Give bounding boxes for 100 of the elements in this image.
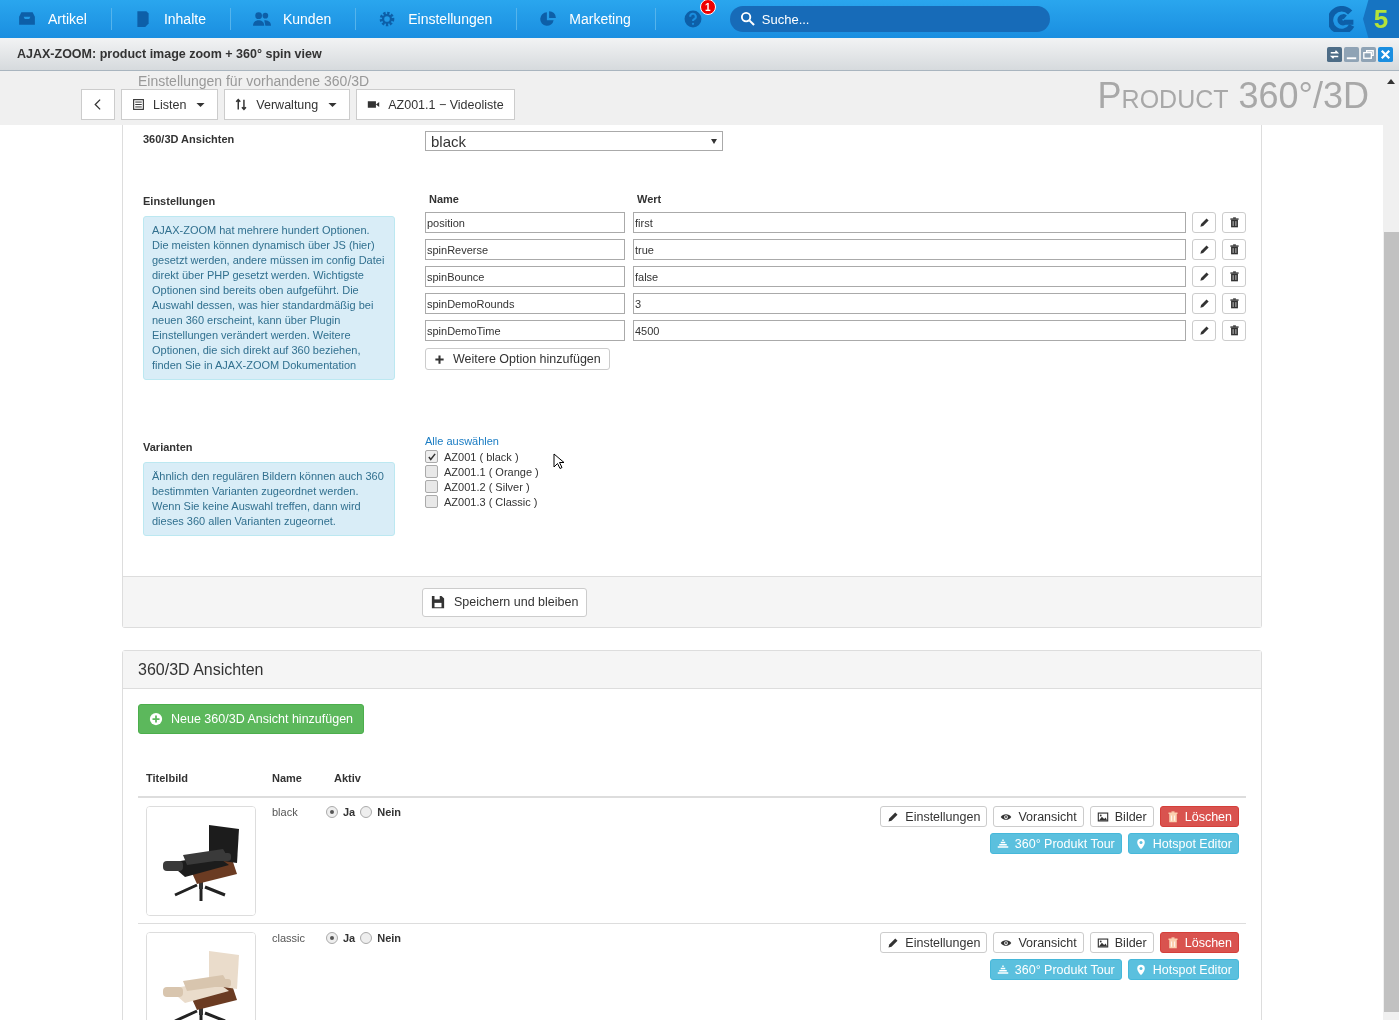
- map-pin-icon: [1134, 837, 1147, 850]
- checkbox-label: AZ001.3 ( Classic ): [444, 495, 538, 508]
- column-header: Wert: [636, 193, 663, 205]
- field-label: Einstellungen: [143, 195, 217, 207]
- view-select[interactable]: black: [425, 131, 723, 151]
- action-button[interactable]: Löschen: [1159, 806, 1239, 827]
- option-value-field[interactable]: 4500: [633, 320, 1186, 341]
- trash-icon: [1228, 325, 1240, 336]
- view-name: black: [271, 806, 299, 820]
- action-button[interactable]: Bilder: [1089, 932, 1154, 953]
- checkbox[interactable]: [425, 480, 438, 493]
- action-button[interactable]: Einstellungen: [880, 806, 988, 827]
- trash-icon: [1166, 936, 1179, 949]
- panel-title: 360/3D Ansichten: [138, 660, 264, 679]
- trash-icon: [1228, 244, 1240, 255]
- pencil-icon: [887, 810, 900, 823]
- sort-icon: [235, 98, 249, 111]
- window-title: AJAX-ZOOM: product image zoom + 360° spin view: [17, 47, 322, 61]
- action-button[interactable]: Einstellungen: [880, 932, 988, 953]
- action-button[interactable]: Voransicht: [993, 806, 1084, 827]
- add-option-button[interactable]: Weitere Option hinzufügen: [425, 348, 610, 370]
- delete-button[interactable]: [1222, 239, 1246, 260]
- notification-badge: 1: [699, 0, 716, 15]
- checkbox[interactable]: [425, 465, 438, 478]
- search-field[interactable]: Suche...: [729, 6, 1050, 32]
- map-pin-icon: [1134, 963, 1147, 976]
- close-icon[interactable]: [1378, 46, 1393, 62]
- radio-button[interactable]: [360, 932, 373, 944]
- video-camera-icon: [367, 98, 381, 111]
- column-header: Name: [271, 772, 303, 784]
- scroll-up-arrow[interactable]: [1387, 79, 1395, 84]
- tray-icon: [18, 10, 36, 28]
- edit-button[interactable]: [1192, 293, 1216, 314]
- option-value-field[interactable]: true: [633, 239, 1186, 260]
- edit-button[interactable]: [1192, 212, 1216, 233]
- column-header: Aktiv: [333, 772, 362, 784]
- trash-icon: [1166, 810, 1179, 823]
- pencil-icon: [1198, 244, 1210, 255]
- list-icon: [132, 98, 145, 111]
- action-button[interactable]: Löschen: [1159, 932, 1239, 953]
- image-icon: [1096, 810, 1109, 823]
- option-value-field[interactable]: first: [633, 212, 1186, 233]
- select-all-link[interactable]: Alle auswählen: [425, 435, 1241, 447]
- settings-icon: [378, 10, 397, 28]
- delete-button[interactable]: [1222, 320, 1246, 341]
- option-name-field[interactable]: position: [425, 212, 625, 233]
- page-title: Product 360°/3D: [1097, 75, 1369, 118]
- option-name-field[interactable]: spinDemoTime: [425, 320, 625, 341]
- option-name-field[interactable]: spinReverse: [425, 239, 625, 260]
- bar-stack-icon: [996, 963, 1009, 976]
- scrollbar-thumb[interactable]: [1383, 232, 1399, 1012]
- save-button[interactable]: Speichern und bleiben: [422, 587, 588, 617]
- restore-icon[interactable]: [1361, 46, 1376, 62]
- plus-icon: [434, 353, 445, 365]
- image-icon: [1096, 936, 1109, 949]
- info-text: Ähnlich den regulären Bildern können auch 360 bestimmten Varianten zugeordnet werden. Wenn Sie keine Auswahl treffen, dann wird dieses 360 allen Varianten zugeornet.: [143, 462, 395, 536]
- faded-heading: Einstellungen für vorhandene 360/3D: [138, 73, 371, 89]
- column-header: Name: [428, 193, 460, 205]
- pie-chart-icon: [539, 10, 558, 28]
- edit-button[interactable]: [1192, 266, 1216, 287]
- edit-button[interactable]: [1192, 320, 1216, 341]
- option-value-field[interactable]: 3: [633, 293, 1186, 314]
- trash-icon: [1228, 271, 1240, 282]
- delete-button[interactable]: [1222, 212, 1246, 233]
- option-name-field[interactable]: spinDemoRounds: [425, 293, 625, 314]
- edit-button[interactable]: [1192, 239, 1216, 260]
- pencil-icon: [1198, 217, 1210, 228]
- radio-label: Ja: [343, 806, 356, 818]
- radio-button[interactable]: [326, 932, 338, 944]
- checkbox[interactable]: [425, 495, 438, 508]
- delete-button[interactable]: [1222, 293, 1246, 314]
- delete-button[interactable]: [1222, 266, 1246, 287]
- pencil-icon: [887, 936, 900, 949]
- field-label: 360/3D Ansichten: [143, 133, 236, 145]
- toolbar-link-button[interactable]: AZ001.1 − Videoliste: [356, 89, 515, 120]
- pencil-icon: [1198, 325, 1210, 336]
- users-icon: [252, 10, 271, 28]
- checkbox-label: AZ001.1 ( Orange ): [444, 465, 539, 478]
- action-button[interactable]: Voransicht: [993, 932, 1084, 953]
- dropdown-button[interactable]: Listen: [121, 89, 219, 120]
- field-label: Varianten: [143, 441, 194, 453]
- bar-stack-icon: [996, 837, 1009, 850]
- radio-label: Ja: [343, 932, 356, 944]
- view-name: classic: [271, 932, 306, 946]
- action-button[interactable]: Bilder: [1089, 806, 1154, 827]
- minimize-icon[interactable]: [1344, 46, 1359, 62]
- scrollbar[interactable]: [1383, 71, 1399, 1020]
- trash-icon: [1228, 217, 1240, 228]
- checkbox[interactable]: [425, 450, 438, 463]
- checkbox-label: AZ001 ( black ): [444, 450, 519, 463]
- radio-button[interactable]: [326, 806, 338, 818]
- plus-circle-icon: [149, 712, 163, 726]
- brand-logo: 5: [1363, 0, 1399, 38]
- info-text: AJAX-ZOOM hat mehrere hundert Optionen. Die meisten können dynamisch über JS (hier) gesetzt werden, andere müssen im config Datei direkt über PHP gesetzt werden. Wichtigste Optionen sind bereits oben aufgeführt. Die Auswahl dessen, was hier standardmäßig bei neuen 360 erscheint, kann über Plugin Einstellungen verändert werden. Weitere Optionen, die sich direkt auf 360 beziehen, finden Sie in AJAX-ZOOM Dokumentation: [143, 216, 395, 380]
- option-value-field[interactable]: false: [633, 266, 1186, 287]
- dropdown-button[interactable]: Verwaltung: [224, 89, 351, 120]
- pencil-icon: [1198, 271, 1210, 282]
- refresh-icon[interactable]: [1327, 46, 1342, 62]
- option-name-field[interactable]: spinBounce: [425, 266, 625, 287]
- radio-button[interactable]: [360, 806, 373, 818]
